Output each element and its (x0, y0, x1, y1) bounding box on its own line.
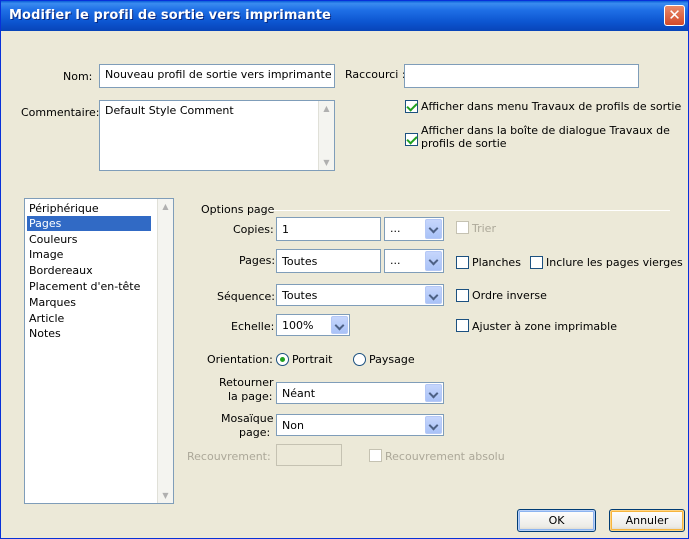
pages-input[interactable]: Toutes (276, 249, 381, 273)
group-divider (269, 210, 670, 211)
show-in-dialog-checkbox[interactable] (405, 133, 418, 146)
mosaique-label-line2: page: (239, 426, 271, 439)
echelle-value: 100% (282, 319, 314, 332)
window-title: Modifier le profil de sortie vers imprim… (9, 8, 331, 23)
mosaique-combo[interactable]: Non (276, 414, 444, 436)
ordre-inverse-checkbox[interactable] (456, 289, 469, 302)
paysage-radio[interactable] (353, 353, 366, 366)
copies-combo-value: ... (390, 222, 401, 235)
chevron-down-icon[interactable] (425, 384, 442, 402)
echelle-label: Echelle: (231, 320, 275, 333)
recouvrement-absolu-label: Recouvrement absolu (385, 450, 505, 463)
trier-label: Trier (472, 222, 496, 235)
pages-combo-value: ... (390, 254, 401, 267)
sequence-combo[interactable]: Toutes (276, 284, 444, 306)
chevron-down-icon[interactable] (425, 416, 442, 434)
ordre-inverse-label: Ordre inverse (472, 289, 547, 302)
scroll-up-icon[interactable]: ▲ (158, 199, 173, 214)
scroll-up-icon[interactable]: ▲ (319, 101, 334, 116)
retourner-label-line2: la page: (228, 390, 273, 403)
sequence-value: Toutes (282, 289, 318, 302)
mosaique-value: Non (282, 419, 304, 432)
recouvrement-input[interactable] (276, 444, 342, 466)
retourner-label-line1: Retourner (219, 376, 274, 389)
dialog-window: Modifier le profil de sortie vers imprim… (0, 0, 689, 539)
commentaire-text: Default Style Comment (105, 104, 234, 117)
inclure-pages-vierges-label: Inclure les pages vierges (546, 256, 683, 269)
copies-label: Copies: (233, 223, 274, 236)
retourner-value: Néant (282, 387, 316, 400)
scroll-down-icon[interactable]: ▼ (158, 488, 173, 503)
list-item[interactable]: Couleurs (27, 232, 79, 247)
list-item[interactable]: Image (27, 247, 65, 262)
chevron-down-icon[interactable] (425, 286, 442, 304)
echelle-combo[interactable]: 100% (276, 314, 350, 336)
copies-input[interactable]: 1 (276, 217, 381, 241)
chevron-down-icon[interactable] (425, 219, 442, 239)
planches-label: Planches (472, 256, 521, 269)
portrait-label: Portrait (292, 353, 333, 366)
list-item[interactable]: Bordereaux (27, 263, 95, 278)
nom-label: Nom: (63, 70, 93, 83)
list-item[interactable]: Périphérique (27, 201, 101, 216)
inclure-pages-vierges-checkbox[interactable] (530, 256, 543, 269)
recouvrement-absolu-checkbox[interactable] (369, 449, 382, 462)
list-item[interactable]: Pages (27, 216, 151, 231)
pages-combo[interactable]: ... (384, 249, 444, 273)
recouvrement-label: Recouvrement: (187, 450, 271, 463)
commentaire-scrollbar[interactable]: ▲ ▼ (318, 101, 334, 170)
copies-combo[interactable]: ... (384, 217, 444, 241)
options-page-title: Options page (201, 203, 275, 216)
ajuster-checkbox[interactable] (456, 319, 469, 332)
list-item[interactable]: Placement d'en-tête (27, 279, 142, 294)
close-icon: ✕ (668, 6, 681, 24)
portrait-radio[interactable] (276, 353, 289, 366)
raccourci-label: Raccourci : (345, 68, 406, 81)
cancel-button[interactable]: Annuler (609, 509, 685, 532)
commentaire-label: Commentaire: (21, 106, 100, 119)
nom-input[interactable]: Nouveau profil de sortie vers imprimante (99, 64, 335, 88)
sequence-label: Séquence: (217, 290, 275, 303)
paysage-label: Paysage (369, 353, 415, 366)
pages-label: Pages: (239, 254, 276, 267)
commentaire-textarea[interactable]: Default Style Comment ▲ ▼ (99, 100, 335, 171)
trier-checkbox[interactable] (456, 221, 469, 234)
mosaique-label-line1: Mosaïque (221, 412, 274, 425)
show-in-menu-label: Afficher dans menu Travaux de profils de… (421, 100, 682, 113)
chevron-down-icon[interactable] (331, 316, 348, 334)
show-in-menu-checkbox[interactable] (405, 100, 418, 113)
retourner-combo[interactable]: Néant (276, 382, 444, 404)
chevron-down-icon[interactable] (425, 251, 442, 271)
show-in-dialog-label: Afficher dans la boîte de dialogue Trava… (421, 124, 670, 150)
ajuster-label: Ajuster à zone imprimable (472, 320, 617, 333)
category-list[interactable]: Périphérique Pages Couleurs Image Border… (24, 198, 174, 504)
ok-button[interactable]: OK (517, 509, 596, 532)
orientation-label: Orientation: (207, 353, 273, 366)
scroll-down-icon[interactable]: ▼ (319, 155, 334, 170)
raccourci-input[interactable] (404, 64, 639, 88)
list-item[interactable]: Marques (27, 295, 78, 310)
list-item[interactable]: Article (27, 311, 66, 326)
title-bar[interactable]: Modifier le profil de sortie vers imprim… (1, 1, 688, 31)
list-item[interactable]: Notes (27, 326, 63, 341)
planches-checkbox[interactable] (456, 256, 469, 269)
category-scrollbar[interactable]: ▲ ▼ (157, 199, 173, 503)
close-button[interactable]: ✕ (664, 5, 685, 26)
